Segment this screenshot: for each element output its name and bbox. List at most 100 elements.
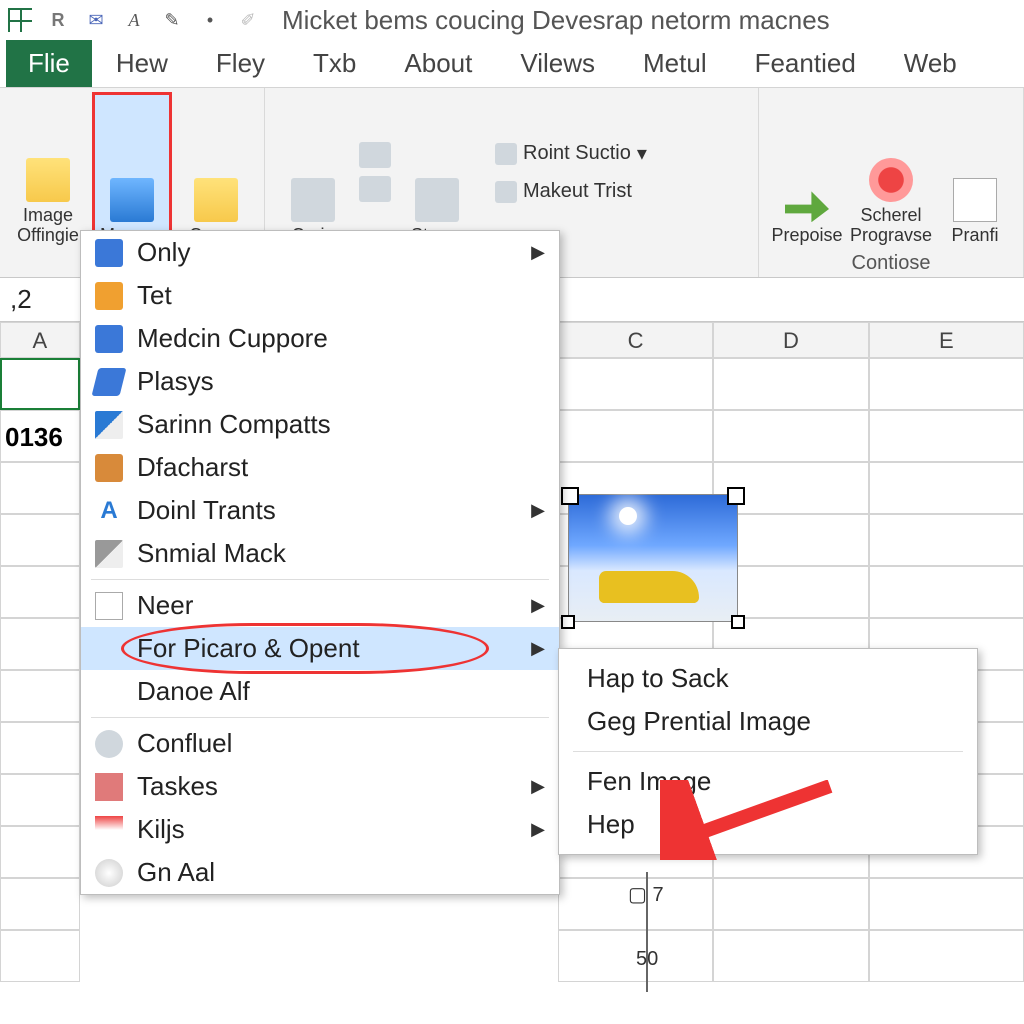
- cell-e11[interactable]: [869, 878, 1024, 930]
- tab-txb[interactable]: Txb: [289, 40, 380, 87]
- menu-plasys-label: Plasys: [137, 366, 214, 397]
- document-title: Micket bems coucing Devesrap netorm macn…: [282, 5, 830, 36]
- btn-prepoise[interactable]: Prepoise: [769, 94, 845, 250]
- menu-snmial[interactable]: Snmial Mack: [81, 532, 559, 575]
- cell-a12[interactable]: [0, 930, 80, 982]
- tab-about[interactable]: About: [380, 40, 496, 87]
- tab-web[interactable]: Web: [880, 40, 981, 87]
- btn-pranfi[interactable]: Pranfi: [937, 94, 1013, 250]
- qat-brush-icon[interactable]: ✐: [236, 8, 260, 32]
- submenu-fen-image[interactable]: Fen Image: [559, 760, 977, 803]
- col-header-a[interactable]: A: [0, 322, 80, 358]
- submenu-arrow-icon: ▶: [531, 595, 545, 616]
- cell-e5[interactable]: [869, 566, 1024, 618]
- submenu-arrow-icon: ▶: [531, 242, 545, 263]
- cell-c2[interactable]: [558, 410, 713, 462]
- qat-edit-icon[interactable]: ✎: [160, 8, 184, 32]
- cell-a9[interactable]: [0, 774, 80, 826]
- small-grid-icon[interactable]: [359, 142, 391, 168]
- menu-confluel-label: Confluel: [137, 728, 232, 759]
- group-contiose-label: Contiose: [769, 252, 1013, 275]
- cell-a1[interactable]: [0, 358, 80, 410]
- menu-neer-label: Neer: [137, 590, 193, 621]
- cell-c1[interactable]: [558, 358, 713, 410]
- submenu-arrow-icon: ▶: [531, 776, 545, 797]
- btn-makeut-trist-label: Makeut Trist: [523, 180, 632, 203]
- cell-d1[interactable]: [713, 358, 868, 410]
- menu-medcin-label: Medcin Cuppore: [137, 323, 328, 354]
- cell-d2[interactable]: [713, 410, 868, 462]
- menu-kiljs[interactable]: Kiljs▶: [81, 808, 559, 851]
- qat-bold-icon[interactable]: R: [46, 8, 70, 32]
- btn-scherel-label: Scherel Progravse: [850, 206, 932, 246]
- cell-e12[interactable]: [869, 930, 1024, 982]
- qat-dot-icon[interactable]: •: [198, 8, 222, 32]
- tab-fley[interactable]: Fley: [192, 40, 289, 87]
- btn-roint-suctio[interactable]: Roint Suctio ▾: [491, 139, 651, 168]
- col-header-d[interactable]: D: [713, 322, 868, 358]
- menu-gnaal[interactable]: Gn Aal: [81, 851, 559, 894]
- col-header-c[interactable]: C: [558, 322, 713, 358]
- btn-roint-suctio-label: Roint Suctio: [523, 142, 631, 165]
- cell-a10[interactable]: [0, 826, 80, 878]
- cell-d11[interactable]: [713, 878, 868, 930]
- cell-d12[interactable]: [713, 930, 868, 982]
- btn-cramp[interactable]: Cramp: [178, 94, 254, 250]
- cell-e1[interactable]: [869, 358, 1024, 410]
- formula-value: ,2: [10, 284, 32, 315]
- menu-only[interactable]: Only ▶: [81, 231, 559, 274]
- menu-for-picaro[interactable]: For Picaro & Opent▶: [81, 627, 559, 670]
- btn-image-offingie-label: Image Offingie: [14, 206, 82, 246]
- menu-neer[interactable]: Neer ▶: [81, 584, 559, 627]
- ribbon-tabs: Flie Hew Fley Txb About Vilews Metul Fea…: [0, 40, 1024, 88]
- cell-a4[interactable]: [0, 514, 80, 566]
- cell-e4[interactable]: [869, 514, 1024, 566]
- tab-file[interactable]: Flie: [6, 40, 92, 87]
- menu-confluel[interactable]: Confluel: [81, 722, 559, 765]
- qat-mail-icon[interactable]: ✉: [84, 8, 108, 32]
- cell-a5[interactable]: [0, 566, 80, 618]
- tick-7: ▢ 7: [628, 882, 664, 907]
- btn-manose[interactable]: Manose: [94, 94, 170, 250]
- btn-prepoise-label: Prepoise: [771, 226, 842, 246]
- submenu-arrow-icon: ▶: [531, 500, 545, 521]
- btn-scherel[interactable]: Scherel Progravse: [853, 94, 929, 250]
- embedded-picture[interactable]: [568, 494, 738, 622]
- menu-gnaal-label: Gn Aal: [137, 857, 215, 888]
- cell-a8[interactable]: [0, 722, 80, 774]
- submenu-hep[interactable]: Hep: [559, 803, 977, 846]
- submenu-hap-to-sack[interactable]: Hap to Sack: [559, 657, 977, 700]
- qat-italic-icon[interactable]: A: [122, 8, 146, 32]
- cell-a6[interactable]: [0, 618, 80, 670]
- btn-corie[interactable]: Corie: [275, 94, 351, 250]
- cell-e2[interactable]: [869, 410, 1024, 462]
- btn-image-offingie[interactable]: Image Offingie: [10, 94, 86, 250]
- menu-only-label: Only: [137, 237, 190, 268]
- menu-for-picaro-label: For Picaro & Opent: [137, 633, 360, 664]
- menu-medcin[interactable]: Medcin Cuppore: [81, 317, 559, 360]
- cell-a3[interactable]: [0, 462, 80, 514]
- picaro-submenu: Hap to Sack Geg Prential Image Fen Image…: [558, 648, 978, 855]
- menu-taskes[interactable]: Taskes▶: [81, 765, 559, 808]
- submenu-geg-prential[interactable]: Geg Prential Image: [559, 700, 977, 743]
- menu-dfacharst[interactable]: Dfacharst: [81, 446, 559, 489]
- btn-makeut-trist[interactable]: Makeut Trist: [491, 178, 651, 205]
- cell-a7[interactable]: [0, 670, 80, 722]
- tab-feantied[interactable]: Feantied: [731, 40, 880, 87]
- cell-e3[interactable]: [869, 462, 1024, 514]
- small-align-icon[interactable]: [359, 176, 391, 202]
- tab-views[interactable]: Vilews: [496, 40, 619, 87]
- cell-a2[interactable]: 0136: [0, 410, 80, 462]
- menu-tet[interactable]: Tet: [81, 274, 559, 317]
- menu-plasys[interactable]: Plasys: [81, 360, 559, 403]
- menu-danoe[interactable]: Danoe Alf: [81, 670, 559, 713]
- menu-kiljs-label: Kiljs: [137, 814, 185, 845]
- menu-dfacharst-label: Dfacharst: [137, 452, 248, 483]
- tab-metul[interactable]: Metul: [619, 40, 731, 87]
- cell-a11[interactable]: [0, 878, 80, 930]
- menu-sarinn[interactable]: Sarinn Compatts: [81, 403, 559, 446]
- col-header-e[interactable]: E: [869, 322, 1024, 358]
- menu-doinl[interactable]: ADoinl Trants▶: [81, 489, 559, 532]
- btn-stomp[interactable]: Stomp: [399, 94, 475, 250]
- tab-hew[interactable]: Hew: [92, 40, 192, 87]
